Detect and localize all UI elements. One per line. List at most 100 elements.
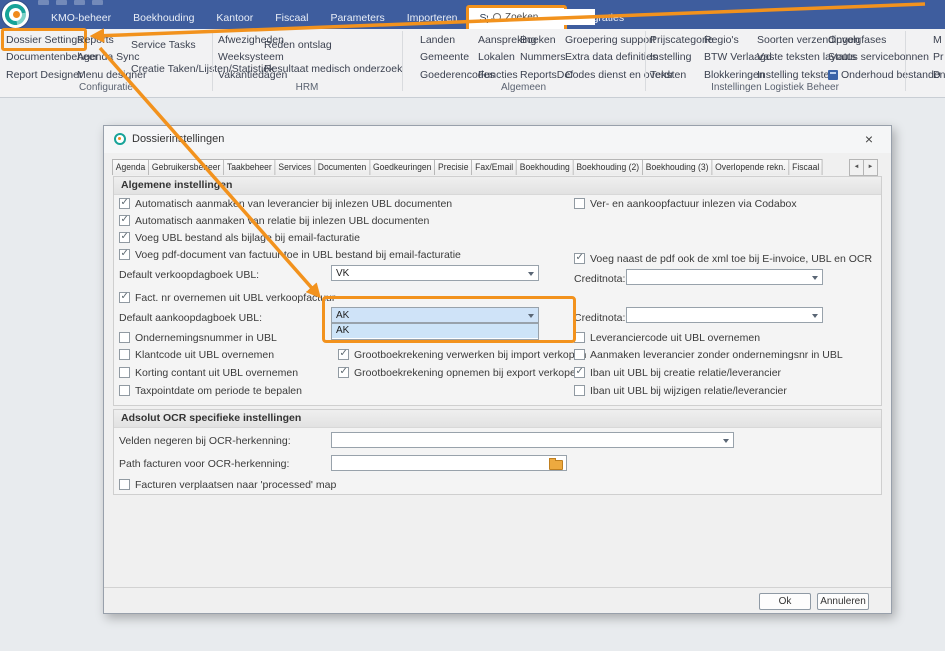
- dialog-tab-fax-email[interactable]: Fax/Email: [472, 159, 517, 175]
- checkbox-grootboekrekening-verwerken-bij-import-verkopen[interactable]: Grootboekrekening verwerken bij import v…: [338, 348, 586, 361]
- quick-access-icon[interactable]: [92, 0, 103, 5]
- ribbon-item-reden-ontslag[interactable]: Reden ontslag: [264, 38, 332, 51]
- ribbon-item-instelling-teksten[interactable]: Instelling teksten: [757, 68, 835, 81]
- ribbon-item-m[interactable]: M: [933, 33, 942, 46]
- tab-scroll-left-icon[interactable]: ◄: [849, 159, 864, 176]
- ribbon-item-nummers[interactable]: Nummers: [520, 50, 566, 63]
- ribbon-tab-parameters[interactable]: Parameters: [319, 8, 395, 29]
- checkbox-ondernemingsnummer-in-ubl[interactable]: Ondernemingsnummer in UBL: [119, 331, 277, 344]
- dialog-tab-fiscaal[interactable]: Fiscaal: [789, 159, 822, 175]
- dialog-tab-documenten[interactable]: Documenten: [315, 159, 370, 175]
- checkbox-ver-en-aankoopfactuur-inlezen-via-codabox[interactable]: Ver- en aankoopfactuur inlezen via Codab…: [574, 197, 797, 210]
- unchecked-checkbox-icon[interactable]: [119, 332, 130, 343]
- checked-checkbox-icon[interactable]: [119, 198, 130, 209]
- quick-access-icon[interactable]: [74, 0, 85, 5]
- checkbox-leveranciercode-uit-ubl-overnemen[interactable]: Leveranciercode uit UBL overnemen: [574, 331, 760, 344]
- creditnota1-combobox[interactable]: [626, 269, 823, 285]
- quick-access-icon[interactable]: [56, 0, 67, 5]
- ribbon-item-regio-s[interactable]: Regio's: [704, 33, 739, 46]
- ribbon-item-teksten[interactable]: Teksten: [650, 68, 686, 81]
- checked-checkbox-icon[interactable]: [119, 215, 130, 226]
- tab-scroll-right-icon[interactable]: ►: [863, 159, 878, 176]
- search-input[interactable]: Zoeken: [488, 9, 595, 25]
- chevron-down-icon[interactable]: [808, 308, 822, 322]
- checked-checkbox-icon[interactable]: [338, 349, 349, 360]
- close-icon[interactable]: ×: [860, 130, 878, 148]
- checked-checkbox-icon[interactable]: [119, 232, 130, 243]
- checkbox-taxpointdate-om-periode-te-bepalen[interactable]: Taxpointdate om periode te bepalen: [119, 384, 302, 397]
- checkbox-grootboekrekening-opnemen-bij-export-verkopen[interactable]: Grootboekrekening opnemen bij export ver…: [338, 366, 582, 379]
- unchecked-checkbox-icon[interactable]: [574, 349, 585, 360]
- dialog-tab-agenda[interactable]: Agenda: [112, 159, 149, 175]
- unchecked-checkbox-icon[interactable]: [574, 198, 585, 209]
- dialog-tab-services[interactable]: Services: [276, 159, 315, 175]
- checkbox-voeg-ubl-bestand-als-bijlage-bij-email-facturatie[interactable]: Voeg UBL bestand als bijlage bij email-f…: [119, 231, 360, 244]
- verkoopdagboek-combobox[interactable]: VK: [331, 265, 539, 281]
- ribbon-item-groepering-support[interactable]: Groepering support: [565, 33, 655, 46]
- ribbon-tab-boekhouding[interactable]: Boekhouding: [122, 8, 205, 29]
- chevron-down-icon[interactable]: [524, 308, 538, 322]
- ribbon-tab-kantoor[interactable]: Kantoor: [205, 8, 264, 29]
- unchecked-checkbox-icon[interactable]: [119, 385, 130, 396]
- ribbon-item-landen[interactable]: Landen: [420, 33, 455, 46]
- checkbox-automatisch-aanmaken-van-leverancier-bij-inlezen-ubl-documenten[interactable]: Automatisch aanmaken van leverancier bij…: [119, 197, 452, 210]
- checkbox-korting-contant-uit-ubl-overnemen[interactable]: Korting contant uit UBL overnemen: [119, 366, 298, 379]
- checkbox-iban-uit-ubl-bij-creatie-relatie-leverancier[interactable]: Iban uit UBL bij creatie relatie/leveran…: [574, 366, 781, 379]
- folder-browse-icon[interactable]: [549, 460, 563, 470]
- ribbon-item-instelling[interactable]: Instelling: [650, 50, 691, 63]
- ribbon-item-service-tasks[interactable]: Service Tasks: [131, 38, 196, 51]
- ribbon-item-gemeente[interactable]: Gemeente: [420, 50, 469, 63]
- velden-negeren-combobox[interactable]: [331, 432, 734, 448]
- checkbox-voeg-naast-de-pdf-ook-de-xml-toe-bij-e-invoice-ubl-en-ocr[interactable]: Voeg naast de pdf ook de xml toe bij E-i…: [574, 252, 872, 265]
- checked-checkbox-icon[interactable]: [119, 292, 130, 303]
- checkbox-aanmaken-leverancier-zonder-ondernemingsnr-in-ubl[interactable]: Aanmaken leverancier zonder ondernemings…: [574, 348, 843, 361]
- ribbon-item-lokalen[interactable]: Lokalen: [478, 50, 515, 63]
- aankoopdagboek-combobox[interactable]: AK: [331, 307, 539, 323]
- checkbox-facturen-verplaatsen-naar-processed-map[interactable]: Facturen verplaatsen naar 'processed' ma…: [119, 478, 336, 491]
- unchecked-checkbox-icon[interactable]: [574, 385, 585, 396]
- dialog-tab-goedkeuringen[interactable]: Goedkeuringen: [370, 159, 435, 175]
- dialog-tab-boekhouding-2[interactable]: Boekhouding (2): [574, 159, 643, 175]
- checked-checkbox-icon[interactable]: [574, 253, 585, 264]
- checkbox-automatisch-aanmaken-van-relatie-bij-inlezen-ubl-documenten[interactable]: Automatisch aanmaken van relatie bij inl…: [119, 214, 429, 227]
- ribbon-tab-kmo-beheer[interactable]: KMO-beheer: [40, 8, 122, 29]
- ribbon-item-report-designer[interactable]: Report Designer: [6, 68, 82, 81]
- chevron-down-icon[interactable]: [719, 433, 733, 447]
- ribbon-item-pr[interactable]: Pr: [933, 50, 944, 63]
- ribbon-item-boeken[interactable]: Boeken: [520, 33, 556, 46]
- checkbox-klantcode-uit-ubl-overnemen[interactable]: Klantcode uit UBL overnemen: [119, 348, 274, 361]
- checkbox-fact-nr-overnemen-uit-ubl-verkoopfactuur[interactable]: Fact. nr overnemen uit UBL verkoopfactuu…: [119, 291, 335, 304]
- dialog-tab-boekhouding-3[interactable]: Boekhouding (3): [643, 159, 712, 175]
- ribbon-item-blokkeringen[interactable]: Blokkeringen: [704, 68, 765, 81]
- dialog-tab-precisie[interactable]: Precisie: [435, 159, 472, 175]
- ribbon-item-status-servicebonnen[interactable]: Status servicebonnen: [828, 50, 929, 63]
- ribbon-item-d[interactable]: D: [933, 68, 941, 81]
- path-facturen-input[interactable]: [331, 455, 567, 471]
- dialog-tab-gebruikersbeheer[interactable]: Gebruikersbeheer: [149, 159, 224, 175]
- ribbon-tab-importeren[interactable]: Importeren: [396, 8, 469, 29]
- ribbon-item-resultaat-medisch-onderzoek[interactable]: Resultaat medisch onderzoek: [264, 62, 402, 75]
- ribbon-tab-fiscaal[interactable]: Fiscaal: [264, 8, 319, 29]
- checked-checkbox-icon[interactable]: [574, 367, 585, 378]
- creditnota2-combobox[interactable]: [626, 307, 823, 323]
- dialog-tab-boekhouding[interactable]: Boekhouding: [517, 159, 574, 175]
- ribbon-item-dossier-settings[interactable]: Dossier Settings: [6, 33, 82, 46]
- unchecked-checkbox-icon[interactable]: [119, 349, 130, 360]
- checked-checkbox-icon[interactable]: [119, 249, 130, 260]
- chevron-down-icon[interactable]: [808, 270, 822, 284]
- quick-access-icon[interactable]: [38, 0, 49, 5]
- checkbox-iban-uit-ubl-bij-wijzigen-relatie-leverancier[interactable]: Iban uit UBL bij wijzigen relatie/levera…: [574, 384, 787, 397]
- dialog-tab-taakbeheer[interactable]: Taakbeheer: [224, 159, 275, 175]
- unchecked-checkbox-icon[interactable]: [119, 479, 130, 490]
- ok-button[interactable]: Ok: [759, 593, 811, 610]
- cancel-button[interactable]: Annuleren: [817, 593, 869, 610]
- ribbon-item-functies[interactable]: Functies: [478, 68, 518, 81]
- unchecked-checkbox-icon[interactable]: [574, 332, 585, 343]
- unchecked-checkbox-icon[interactable]: [119, 367, 130, 378]
- ribbon-item-reports[interactable]: Reports: [77, 33, 114, 46]
- checkbox-voeg-pdf-document-van-factuur-toe-in-ubl-bestand-bij-email-facturatie[interactable]: Voeg pdf-document van factuur toe in UBL…: [119, 248, 461, 261]
- ribbon-item-opvolgfases[interactable]: Opvolgfases: [828, 33, 886, 46]
- checked-checkbox-icon[interactable]: [338, 367, 349, 378]
- dialog-tab-overlopende-rekn[interactable]: Overlopende rekn.: [712, 159, 789, 175]
- chevron-down-icon[interactable]: [524, 266, 538, 280]
